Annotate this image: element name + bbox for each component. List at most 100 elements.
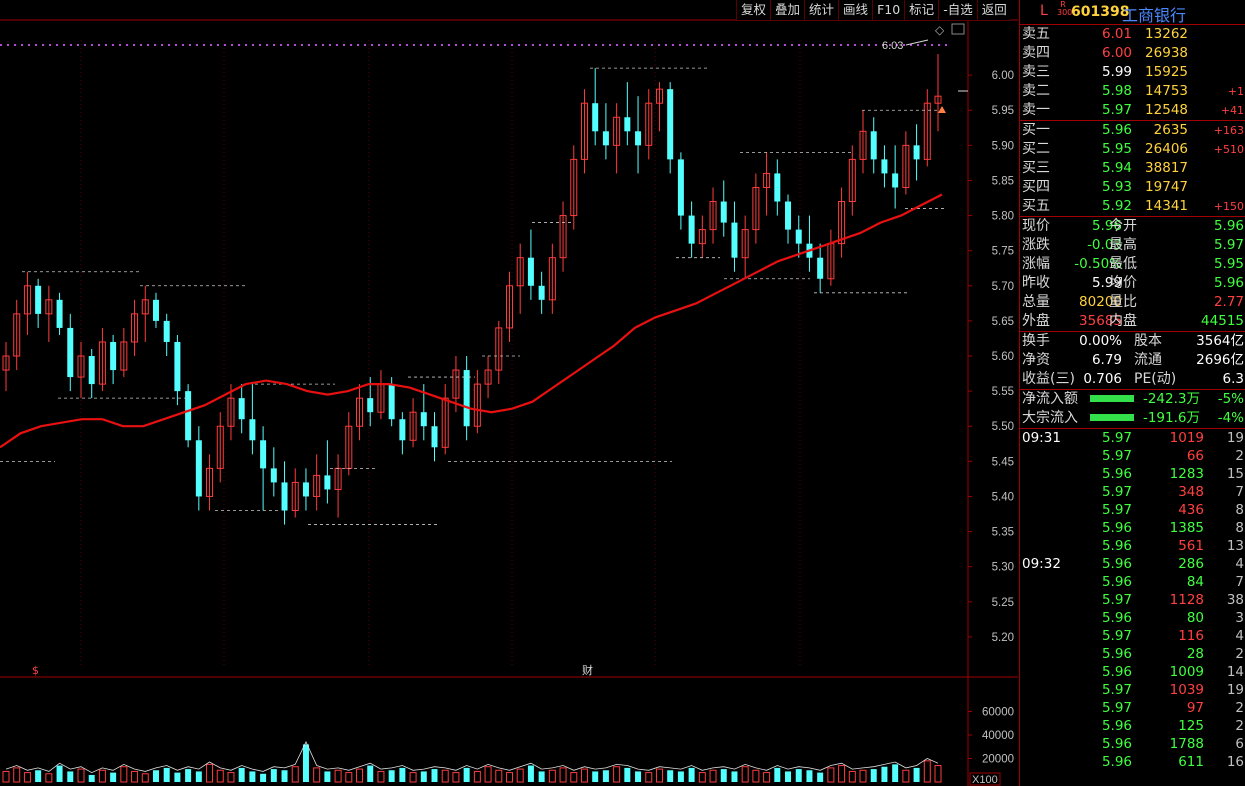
volume-bar-down: [817, 772, 824, 782]
fuquan-button[interactable]: 复权: [736, 0, 771, 21]
volume-bar-down: [88, 774, 95, 782]
candlestick-chart[interactable]: 6.00 5.95 5.90 5.85 5.80 5.75 5.70 5.65 5.60 5.55…: [0, 0, 1018, 786]
volume-bar-up: [206, 763, 214, 783]
level-price: 5.96: [1101, 122, 1132, 138]
tick-volume: 1283: [1169, 466, 1204, 482]
tick-volume: 561: [1178, 538, 1204, 554]
tick-row: 5.97 116 4: [1020, 627, 1245, 645]
tick-count: 7: [1235, 574, 1244, 590]
order-book-row[interactable]: 卖四 6.00 26938: [1020, 44, 1245, 63]
tick-price: 5.96: [1101, 466, 1132, 482]
fundamentals: 换手 0.00% 股本 3564亿 净资 6.79 流通 2696亿 收益(三) 0.706 P…: [1020, 332, 1245, 390]
quote-panel: L R 300 601398 工商银行 卖五 6.01 13262 卖四 6.00 269…: [1019, 0, 1245, 786]
stock-name[interactable]: 工商银行: [1122, 2, 1186, 26]
volume-bar-down: [110, 772, 117, 782]
high-price-label: 6.03: [882, 40, 903, 52]
tick-count: 8: [1235, 520, 1244, 536]
tick-count: 13: [1226, 538, 1244, 554]
tick-count: 2: [1235, 718, 1244, 734]
tick-price: 5.96: [1101, 718, 1132, 734]
candle-down: [913, 145, 920, 160]
index-tag: R 300: [1057, 0, 1073, 17]
tick-volume: 116: [1178, 628, 1204, 644]
label: 量比: [1109, 294, 1137, 310]
level-volume: 14341: [1145, 198, 1188, 214]
volume-bar-down: [527, 765, 534, 782]
level-label: 卖五: [1022, 26, 1050, 42]
tick-count: 19: [1226, 430, 1244, 446]
order-book-row[interactable]: 买三 5.94 38817: [1020, 159, 1245, 178]
candle-down: [35, 285, 42, 314]
tick-volume: 28: [1186, 646, 1204, 662]
order-book-row[interactable]: 卖一 5.97 12548 +41: [1020, 101, 1245, 121]
order-book-row[interactable]: 买四 5.93 19747: [1020, 178, 1245, 197]
tick-volume: 84: [1186, 574, 1204, 590]
f10-button[interactable]: F10: [872, 0, 905, 21]
stats-button[interactable]: 统计: [804, 0, 839, 21]
tick-row: 5.97 436 8: [1020, 501, 1245, 519]
back-button[interactable]: 返回: [976, 0, 1011, 21]
level-label: 卖三: [1022, 64, 1050, 80]
volume-bar-up: [452, 772, 460, 783]
candle-down: [110, 341, 117, 371]
label: 流通: [1134, 352, 1162, 368]
candle-down: [635, 131, 642, 146]
mark-button[interactable]: 标记: [904, 0, 939, 21]
level-price: 5.98: [1101, 83, 1132, 99]
price-tick-label: 5.90: [992, 140, 1014, 152]
level-price: 6.01: [1101, 26, 1132, 42]
price-tick-label: 5.60: [992, 351, 1014, 363]
order-book-row[interactable]: 买五 5.92 14341 +150: [1020, 197, 1245, 217]
tick-count: 4: [1235, 628, 1244, 644]
tick-row: 09:31 5.97 1019 19: [1020, 429, 1245, 447]
volume-bar-down: [785, 771, 792, 782]
float-value: 2696亿: [1196, 352, 1244, 368]
level-volume: 14753: [1145, 83, 1188, 99]
tick-volume: 348: [1178, 484, 1204, 500]
order-book-row[interactable]: 卖五 6.01 13262: [1020, 25, 1245, 44]
tick-row: 5.97 1128 38: [1020, 591, 1245, 609]
volume-bar-up: [77, 768, 85, 783]
volume-bar-down: [174, 772, 181, 782]
level-label: 买五: [1022, 198, 1050, 214]
tick-row: 09:32 5.96 286 4: [1020, 555, 1245, 573]
tick-volume: 97: [1186, 700, 1204, 716]
volume-bar-down: [399, 767, 406, 782]
last-price-marker: [938, 106, 946, 113]
volume-bar-up: [141, 773, 149, 783]
order-book-row[interactable]: 买二 5.95 26406 +510: [1020, 140, 1245, 159]
tick-volume: 436: [1178, 502, 1204, 518]
volume-bar-down: [806, 770, 813, 782]
volume-bar-up: [409, 772, 417, 783]
draw-line-button[interactable]: 画线: [838, 0, 873, 21]
order-book-row[interactable]: 卖二 5.98 14753 +1: [1020, 82, 1245, 101]
price-tick-label: 5.20: [992, 632, 1014, 644]
volume-bar-up: [923, 760, 931, 783]
tick-row: 5.96 125 2: [1020, 717, 1245, 735]
price-tick-label: 5.55: [992, 386, 1014, 398]
money-flow: 净流入额 -242.3万 -5% 大宗流入 -191.6万 -4%: [1020, 390, 1245, 429]
tick-price: 5.97: [1101, 700, 1132, 716]
volume-bar-down: [635, 771, 642, 782]
tick-row: 5.96 1009 14: [1020, 663, 1245, 681]
tick-list[interactable]: 09:31 5.97 1019 19 5.97 66 2 5.96 1283 15 5.97 348 7…: [1020, 429, 1245, 771]
candle-down: [324, 475, 331, 490]
volume-bar-up: [313, 767, 321, 783]
tick-price: 5.97: [1101, 682, 1132, 698]
volume-bar-up: [473, 770, 481, 783]
volume-ma-line: [5, 741, 939, 774]
order-book-row[interactable]: 买一 5.96 2635 +163: [1020, 121, 1245, 140]
tick-count: 16: [1226, 754, 1244, 770]
volume-bar-down: [56, 765, 63, 782]
candle-down: [302, 482, 309, 497]
overlay-button[interactable]: 叠加: [770, 0, 805, 21]
label: 内盘: [1109, 313, 1137, 329]
label: 今开: [1109, 218, 1137, 234]
remove-watchlist-button[interactable]: -自选: [938, 0, 977, 21]
order-book-row[interactable]: 卖三 5.99 15925: [1020, 63, 1245, 82]
volume-bar-down: [688, 767, 695, 782]
stock-code[interactable]: 601398: [1071, 4, 1129, 20]
volume-bar-down: [324, 771, 331, 782]
flow-bar: [1090, 414, 1134, 421]
ask-levels: 卖五 6.01 13262 卖四 6.00 26938 卖三 5.99 15925 卖二 5.98 1…: [1020, 25, 1245, 121]
